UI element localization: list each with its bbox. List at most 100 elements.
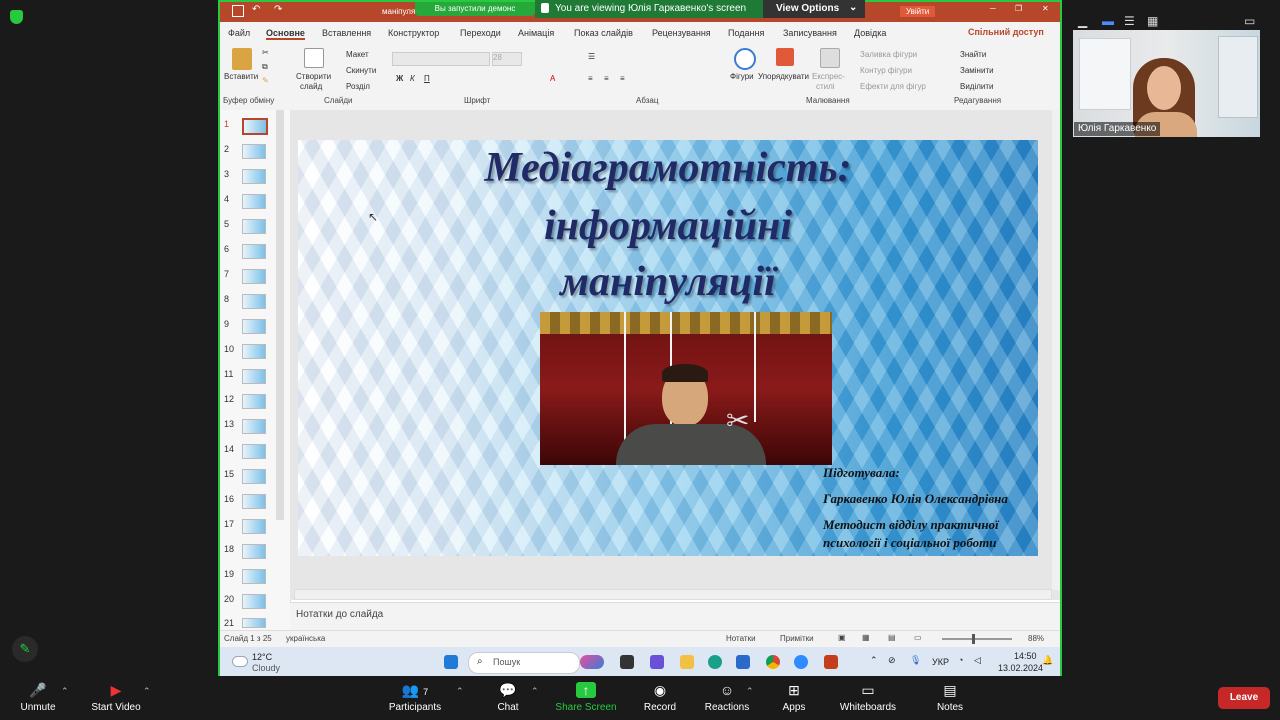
align-right-icon[interactable]: ≡: [620, 74, 625, 83]
arrange-icon[interactable]: [776, 48, 794, 66]
slide-thumb[interactable]: [242, 494, 266, 509]
slide-thumb[interactable]: [242, 469, 266, 484]
slide-thumb[interactable]: [242, 244, 266, 259]
font-size-field[interactable]: 28: [492, 52, 522, 66]
chat-caret-icon[interactable]: ⌃: [531, 686, 539, 697]
notes-toggle[interactable]: Нотатки: [726, 634, 756, 643]
store-icon[interactable]: [736, 655, 750, 669]
chat-app-icon[interactable]: [650, 655, 664, 669]
tab-slideshow[interactable]: Показ слайдів: [574, 28, 633, 38]
leave-button[interactable]: Leave: [1218, 687, 1270, 709]
notes-pane[interactable]: Нотатки до слайда: [290, 602, 1060, 631]
apps-button[interactable]: ⊞ Apps: [754, 682, 834, 713]
quick-styles-icon[interactable]: [820, 48, 840, 68]
participants-caret-icon[interactable]: ⌃: [456, 686, 464, 697]
undo-icon[interactable]: ↶: [252, 4, 260, 15]
zoom-slider[interactable]: [942, 638, 1012, 640]
chrome-icon[interactable]: [766, 655, 780, 669]
slideshow-view-icon[interactable]: ▭: [914, 633, 922, 642]
slide-thumb[interactable]: [242, 394, 266, 409]
security-shield-icon[interactable]: [10, 10, 23, 24]
share-screen-button[interactable]: ↑ Share Screen: [546, 682, 626, 713]
shape-effects-button[interactable]: Ефекти для фігур: [860, 82, 926, 91]
slide-thumb[interactable]: [242, 544, 266, 559]
tab-help[interactable]: Довідка: [854, 28, 886, 38]
weather-icon[interactable]: [232, 656, 248, 667]
grid-view-icon[interactable]: ▦: [1147, 14, 1158, 28]
font-color-icon[interactable]: A: [550, 74, 555, 83]
signin-button[interactable]: Увійти: [900, 6, 936, 17]
new-slide-label-1[interactable]: Створити: [296, 72, 331, 81]
file-explorer-icon[interactable]: [680, 655, 694, 669]
whiteboards-button[interactable]: ▭ Whiteboards: [828, 682, 908, 713]
edge-icon[interactable]: [708, 655, 722, 669]
tab-design[interactable]: Конструктор: [388, 28, 439, 38]
tray-chevron-icon[interactable]: ⌃: [870, 655, 878, 666]
notes-button[interactable]: ▤ Notes: [910, 682, 990, 713]
view-options-button[interactable]: View Options ⌄: [763, 0, 865, 18]
shapes-button[interactable]: Фігури: [730, 72, 754, 81]
slide-thumb[interactable]: [242, 618, 266, 628]
normal-view-icon[interactable]: ▣: [838, 633, 846, 642]
annotate-pen-icon[interactable]: ✎: [12, 636, 38, 662]
slide[interactable]: Медіаграмотність: інформаційні маніпуляц…: [298, 140, 1038, 556]
slide-thumb[interactable]: [242, 144, 266, 159]
slide-thumb[interactable]: [242, 419, 266, 434]
gallery-strip-icon[interactable]: ☰: [1124, 14, 1135, 28]
weather-desc[interactable]: Cloudy: [252, 663, 280, 673]
find-button[interactable]: Знайти: [960, 50, 986, 59]
section-button[interactable]: Розділ: [346, 82, 370, 91]
sorter-view-icon[interactable]: ▦: [862, 633, 870, 642]
font-name-field[interactable]: [392, 52, 490, 66]
keyboard-language[interactable]: УКР: [932, 657, 949, 667]
copy-icon[interactable]: ⧉: [262, 62, 268, 72]
network-icon[interactable]: ⊘: [888, 655, 896, 666]
search-box[interactable]: ⌕ Пошук: [468, 652, 580, 674]
notification-icon[interactable]: 🔔: [1042, 655, 1053, 666]
participants-button[interactable]: 👥 7 Participants: [375, 682, 455, 713]
align-center-icon[interactable]: ≡: [604, 74, 609, 83]
copilot-icon[interactable]: [580, 655, 604, 669]
bold-icon[interactable]: Ж: [396, 74, 403, 83]
align-left-icon[interactable]: ≡: [588, 74, 593, 83]
slide-thumb[interactable]: [242, 169, 266, 184]
zoom-app-icon[interactable]: [794, 655, 808, 669]
tab-transitions[interactable]: Переходи: [460, 28, 501, 38]
layout-button[interactable]: Макет: [346, 50, 369, 59]
slide-thumb[interactable]: [242, 594, 266, 609]
paste-button[interactable]: Вставити: [224, 72, 258, 81]
reading-view-icon[interactable]: ▤: [888, 633, 896, 642]
slide-thumb[interactable]: [242, 344, 266, 359]
vertical-scrollbar[interactable]: [1052, 110, 1060, 590]
bullets-icon[interactable]: ☰: [588, 52, 595, 61]
reset-button[interactable]: Скинути: [346, 66, 376, 75]
weather-temp[interactable]: 12°C: [252, 652, 272, 662]
format-painter-icon[interactable]: ✎: [262, 76, 269, 85]
new-slide-icon[interactable]: [304, 48, 324, 68]
paste-icon[interactable]: [232, 48, 252, 70]
slide-thumb[interactable]: [242, 519, 266, 534]
wifi-icon[interactable]: ◔: [958, 655, 963, 665]
redo-icon[interactable]: ↷: [274, 4, 282, 15]
close-window-icon[interactable]: ✕: [1042, 4, 1049, 13]
new-slide-label-2[interactable]: слайд: [300, 82, 322, 91]
zoom-slider-thumb[interactable]: [972, 634, 975, 644]
minimize-window-icon[interactable]: ─: [990, 4, 996, 13]
tab-insert[interactable]: Вставлення: [322, 28, 371, 38]
slide-thumb[interactable]: [242, 269, 266, 284]
cut-icon[interactable]: ✂: [262, 48, 269, 57]
slide-thumb[interactable]: [242, 118, 268, 135]
view-settings-icon[interactable]: ▭: [1244, 14, 1255, 28]
tab-recording[interactable]: Записування: [783, 28, 837, 38]
speaker-view-icon[interactable]: ▬: [1102, 14, 1114, 28]
clock-date[interactable]: 13.02.2024: [998, 663, 1043, 673]
share-button[interactable]: Спільний доступ: [968, 27, 1044, 37]
slide-thumb[interactable]: [242, 569, 266, 584]
tab-animations[interactable]: Анімація: [518, 28, 554, 38]
minimize-icon[interactable]: ▁: [1078, 14, 1087, 28]
shape-outline-button[interactable]: Контур фігури: [860, 66, 912, 75]
powerpoint-icon[interactable]: [824, 655, 838, 669]
mic-icon[interactable]: 🎙: [910, 655, 921, 666]
reactions-caret-icon[interactable]: ⌃: [746, 686, 754, 697]
quick-styles-label-1[interactable]: Експрес-: [812, 72, 845, 81]
